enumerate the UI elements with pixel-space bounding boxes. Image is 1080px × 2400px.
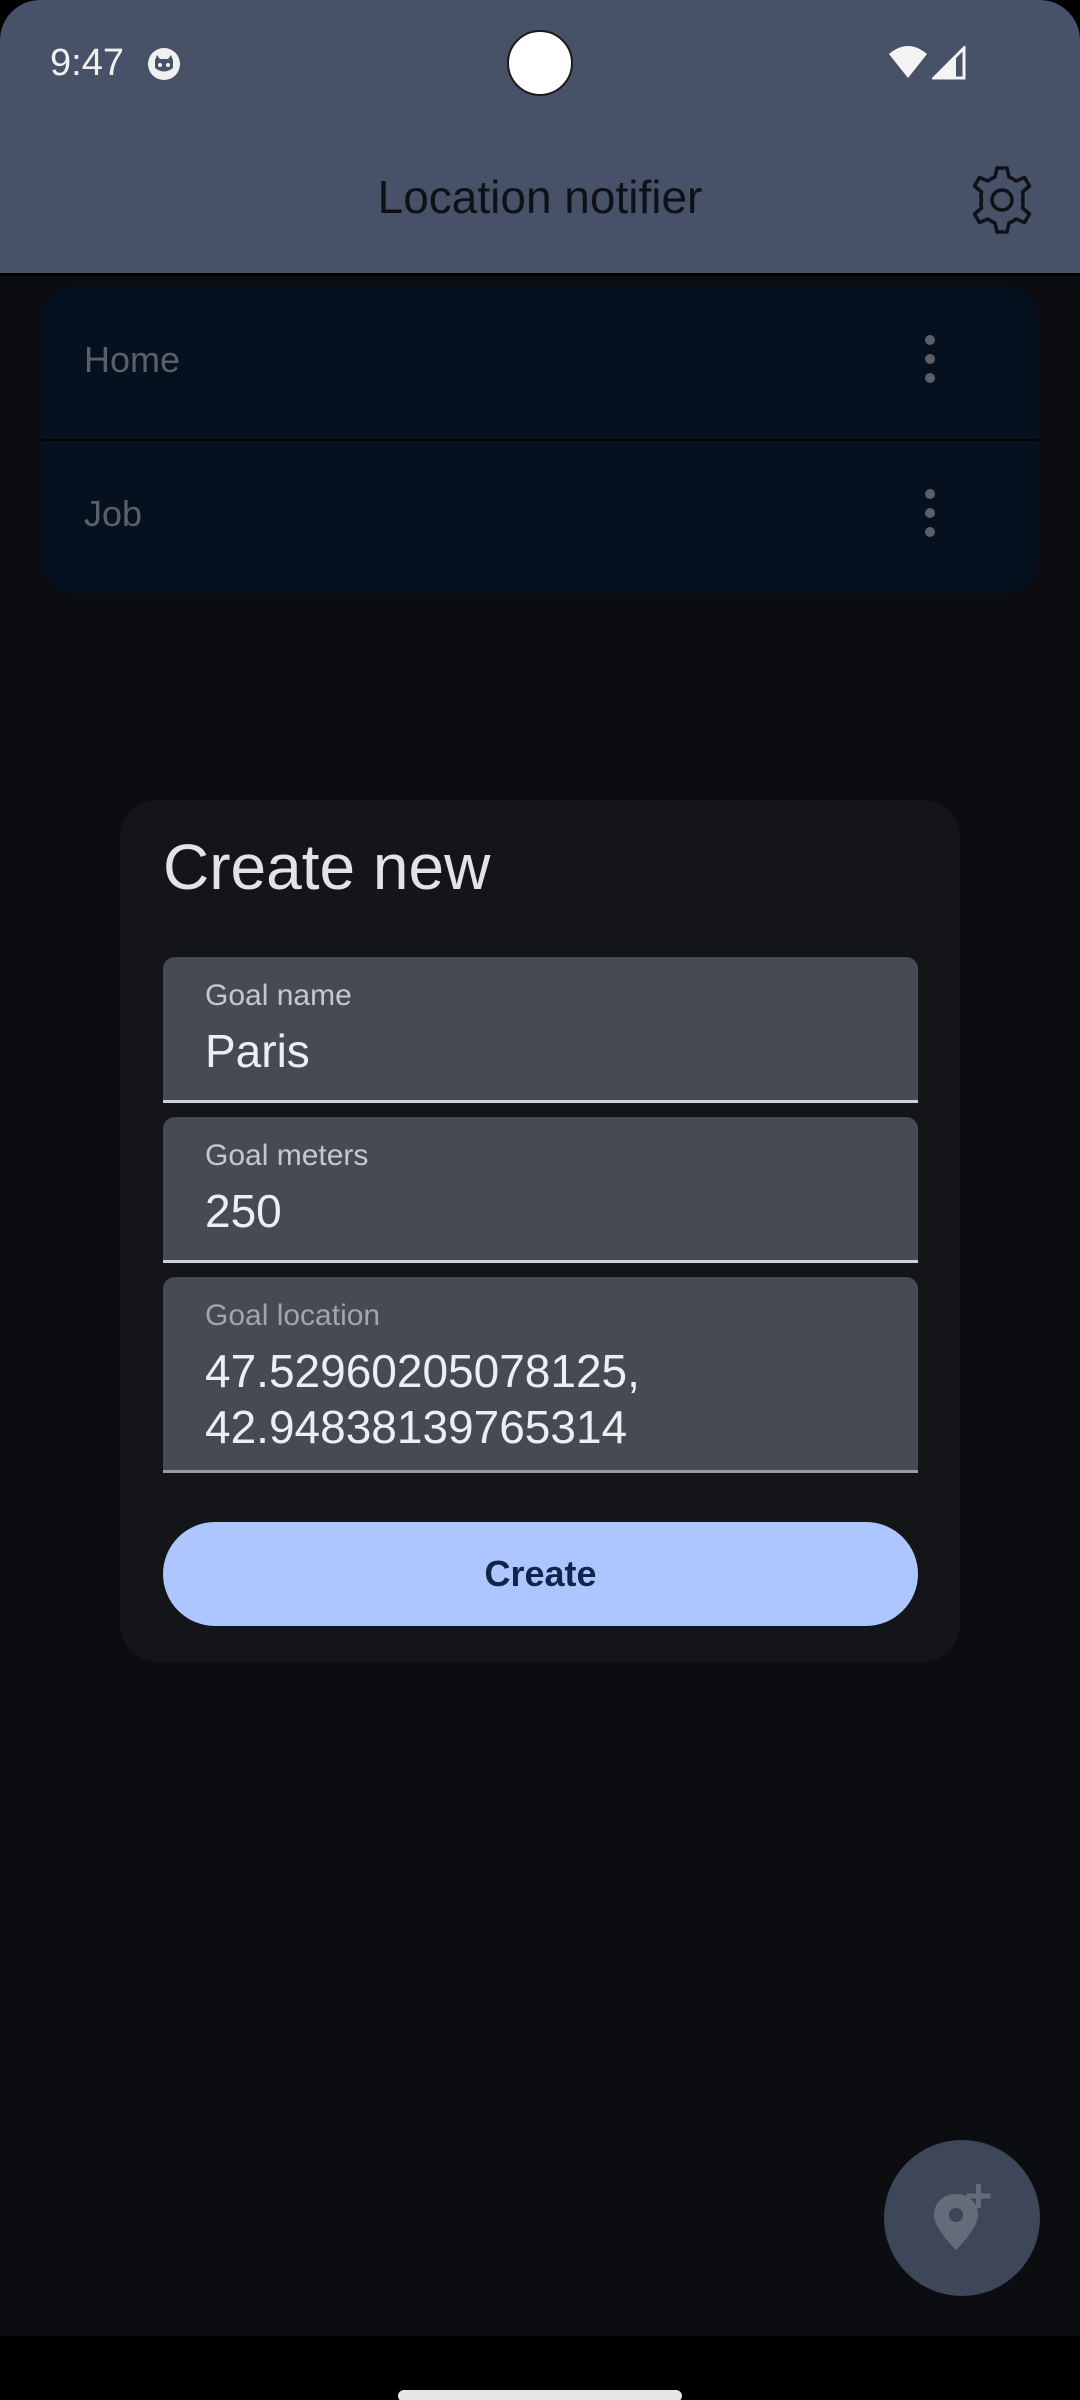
goal-name-value[interactable]: Paris — [205, 1023, 310, 1079]
signal-icon — [932, 46, 966, 80]
goal-meters-value[interactable]: 250 — [205, 1183, 282, 1239]
home-indicator[interactable] — [398, 2390, 682, 2400]
app-notification-icon — [148, 48, 180, 80]
goals-list: Home Job — [42, 287, 1038, 593]
goal-meters-field[interactable]: Goal meters 250 — [163, 1117, 918, 1263]
dialog-title: Create new — [163, 831, 491, 903]
goal-label: Job — [84, 493, 143, 534]
goal-location-label: Goal location — [205, 1299, 381, 1332]
top-app-bar: 9:47 Location notifier — [0, 0, 1080, 275]
more-vert-icon[interactable] — [920, 335, 940, 391]
add-location-button[interactable] — [884, 2140, 1040, 2296]
goal-location-value[interactable]: 47.52960205078125, 42.94838139765314 — [205, 1343, 640, 1455]
goal-location-field[interactable]: Goal location 47.52960205078125, 42.9483… — [163, 1277, 918, 1473]
settings-gear-icon[interactable] — [966, 164, 1038, 236]
wifi-icon — [889, 46, 927, 78]
app-bar-divider — [0, 273, 1080, 276]
goal-meters-label: Goal meters — [205, 1139, 369, 1172]
list-item[interactable]: Job — [42, 441, 1038, 593]
camera-cutout — [507, 30, 573, 96]
add-location-icon — [934, 2184, 991, 2250]
create-goal-dialog: Create new Goal name Paris Goal meters 2… — [120, 800, 960, 1662]
app-screen: 9:47 Location notifier Home Job Create n… — [0, 0, 1080, 2400]
goal-label: Home — [84, 339, 181, 380]
goal-name-field[interactable]: Goal name Paris — [163, 957, 918, 1103]
create-button[interactable]: Create — [163, 1522, 918, 1626]
status-time: 9:47 — [50, 42, 124, 84]
more-vert-icon[interactable] — [920, 489, 940, 545]
goal-name-label: Goal name — [205, 979, 352, 1012]
app-title: Location notifier — [377, 171, 703, 223]
list-item[interactable]: Home — [42, 287, 1038, 439]
